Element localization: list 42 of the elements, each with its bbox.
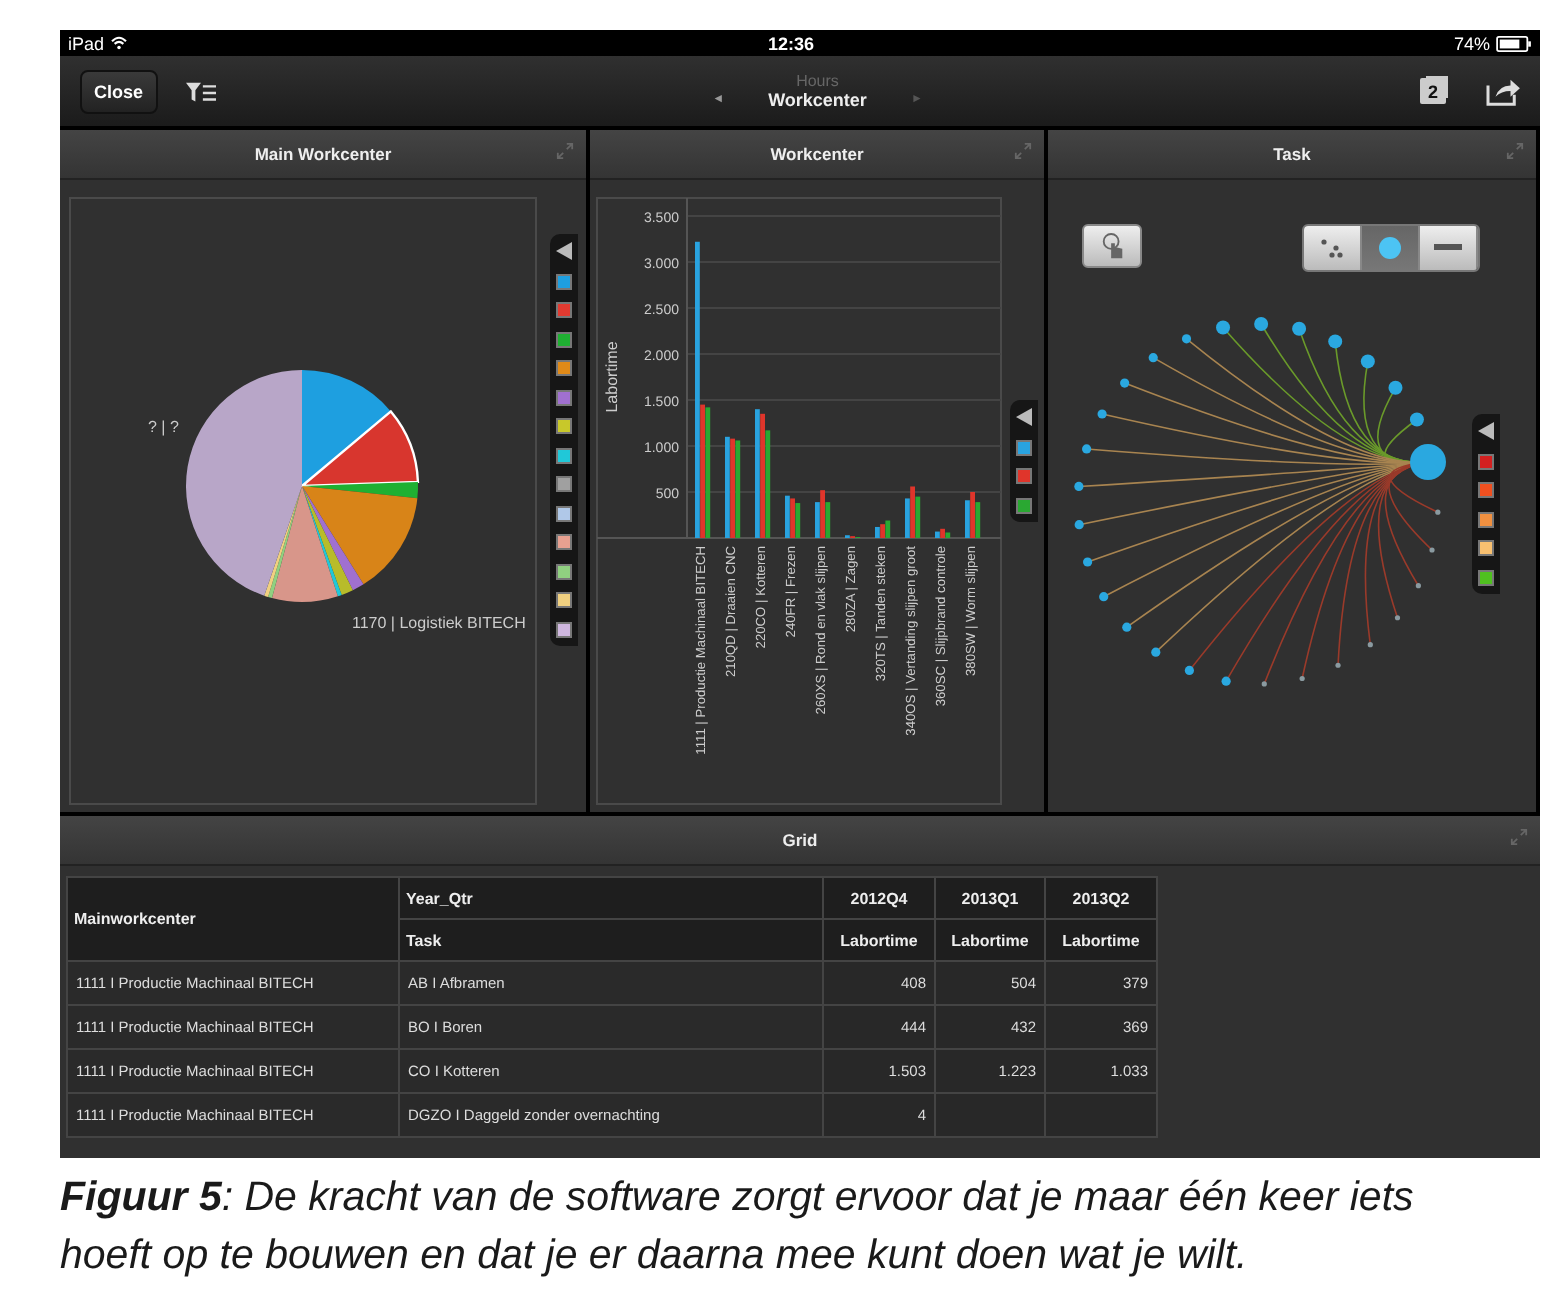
collapse-icon[interactable] — [1016, 408, 1032, 426]
column-header: Labortime — [1045, 919, 1157, 961]
view-mode-button[interactable] — [1420, 226, 1478, 270]
column-header: Year_Qtr — [399, 877, 823, 919]
y-axis-label: Labortime — [603, 341, 621, 413]
toolbar-title: Workcenter — [768, 90, 867, 110]
collapse-icon[interactable] — [556, 242, 572, 260]
panel-title: Main Workcenter — [254, 144, 392, 164]
circle-icon — [1378, 236, 1402, 260]
legend-panel[interactable] — [1472, 414, 1500, 593]
device-name: iPad — [68, 33, 105, 53]
column-header: 2012Q4 — [823, 877, 935, 919]
view-mode-button[interactable] — [1362, 226, 1420, 270]
column-header: 2013Q1 — [935, 877, 1045, 919]
close-button[interactable]: Close — [80, 69, 158, 113]
view-mode-button[interactable] — [1304, 226, 1362, 270]
view-mode-control[interactable] — [1302, 224, 1480, 272]
column-header: Labortime — [935, 919, 1045, 961]
slice-label: 1170 | Logistiek BITECH — [352, 614, 526, 632]
panel-title: Task — [1273, 144, 1311, 164]
figure-caption: Figuur 5: De kracht van de software zorgt ervoor dat je maar één keer iets hoeft op te bouwen en dat je er daarna mee kunt doen wat je wilt. — [60, 1172, 1416, 1282]
legend-panel[interactable] — [1010, 400, 1038, 521]
panel-title: Grid — [782, 830, 818, 850]
filter-icon[interactable] — [185, 79, 216, 103]
pages-button[interactable]: 2 — [1420, 78, 1446, 104]
column-header: 2013Q2 — [1045, 877, 1157, 919]
column-header: Mainworkcenter — [67, 877, 399, 961]
share-icon[interactable] — [1486, 76, 1520, 106]
wifi-icon — [110, 36, 129, 50]
column-header: Labortime — [823, 919, 935, 961]
legend-panel[interactable] — [550, 234, 578, 645]
battery-icon — [1496, 35, 1532, 51]
slice-label: ? | ? — [148, 418, 179, 436]
battery-percent: 74% — [1453, 33, 1490, 53]
dots-icon — [1320, 238, 1344, 258]
collapse-icon[interactable] — [1478, 422, 1494, 440]
tap-hand-icon — [1099, 231, 1125, 261]
touch-button[interactable] — [1082, 224, 1142, 268]
panel-title: Workcenter — [770, 144, 864, 164]
column-header: Task — [399, 919, 823, 961]
status-time: 12:36 — [765, 33, 817, 53]
toolbar-subtitle: Hours — [796, 72, 839, 90]
